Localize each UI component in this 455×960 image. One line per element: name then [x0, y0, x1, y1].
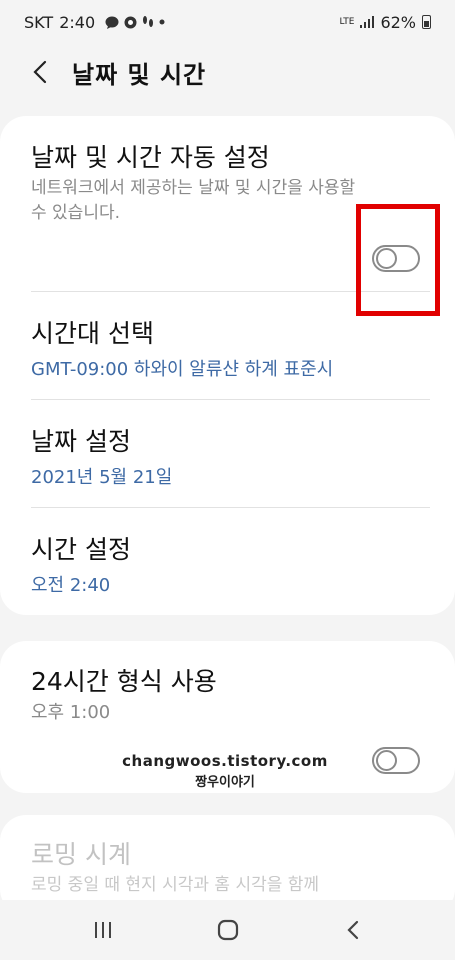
talk-icon	[105, 16, 119, 29]
page-title: 날짜 및 시간	[72, 60, 207, 89]
time-row[interactable]: 시간 설정 오전 2:40	[0, 508, 455, 615]
auto-datetime-title: 날짜 및 시간 자동 설정	[31, 143, 270, 172]
roaming-description: 로밍 중일 때 현지 시각과 홈 시각을 함께	[31, 875, 320, 895]
roaming-title: 로밍 시계	[31, 840, 131, 869]
battery-icon	[422, 15, 431, 29]
format24-value: 오후 1:00	[31, 702, 111, 723]
watermark-name: 짱우이야기	[195, 775, 255, 790]
home-button[interactable]	[198, 908, 258, 952]
watermark: changwoos.tistory.com 짱우이야기	[110, 752, 340, 790]
battery-percent: 62%	[380, 12, 416, 32]
recents-icon	[94, 922, 111, 938]
date-row[interactable]: 날짜 설정 2021년 5월 21일	[0, 400, 455, 507]
date-value: 2021년 5월 21일	[31, 467, 173, 488]
chevron-left-icon	[33, 60, 47, 84]
carrier-label: SKT	[24, 12, 54, 32]
clock: 2:40	[59, 12, 96, 32]
back-icon	[346, 920, 358, 940]
recents-button[interactable]	[73, 908, 133, 952]
date-title: 날짜 설정	[31, 427, 131, 456]
datetime-settings-card: 날짜 및 시간 자동 설정 네트워크에서 제공하는 날짜 및 시간을 사용할 수…	[0, 116, 455, 615]
highlight-box	[356, 204, 440, 316]
timezone-value: GMT-09:00 하와이 알류샨 하계 표준시	[31, 359, 334, 380]
status-bar: SKT 2:40 LTE 62%	[0, 0, 455, 44]
dot-icon	[159, 19, 165, 25]
lte-icon: LTE	[339, 16, 355, 27]
steps-icon	[143, 16, 154, 27]
watermark-url: changwoos.tistory.com	[122, 752, 328, 770]
signal-icon	[360, 16, 375, 28]
home-icon	[217, 919, 238, 941]
back-button[interactable]	[30, 58, 50, 86]
time-title: 시간 설정	[31, 535, 131, 564]
toggle-knob	[376, 750, 397, 771]
auto-datetime-description: 네트워크에서 제공하는 날짜 및 시간을 사용할 수 있습니다.	[31, 178, 356, 223]
timezone-title: 시간대 선택	[31, 319, 154, 348]
time-value: 오전 2:40	[31, 575, 111, 596]
messenger-icon	[124, 16, 137, 28]
format24-title: 24시간 형식 사용	[31, 667, 217, 696]
nav-back-button[interactable]	[323, 908, 383, 952]
app-bar: 날짜 및 시간	[0, 44, 455, 100]
format24-toggle[interactable]	[372, 747, 420, 774]
navigation-bar	[0, 900, 455, 960]
